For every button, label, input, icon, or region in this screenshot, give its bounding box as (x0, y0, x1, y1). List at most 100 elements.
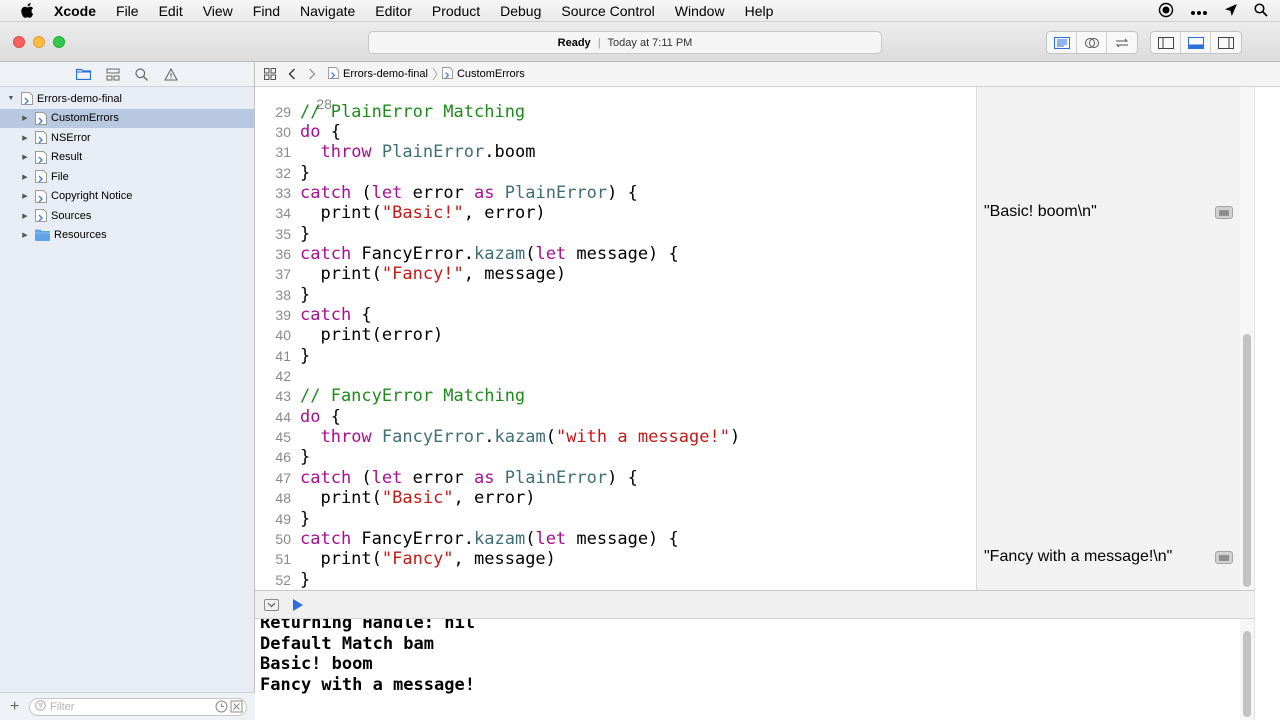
version-editor-icon[interactable] (1107, 32, 1137, 53)
tree-item-resources[interactable]: ▶ Resources (0, 226, 254, 246)
disclosure-closed-icon[interactable]: ▶ (20, 133, 30, 143)
menu-edit[interactable]: Edit (159, 3, 183, 19)
code-line[interactable]: 33 catch (let error as PlainError) { (255, 183, 976, 203)
menu-editor[interactable]: Editor (375, 3, 412, 19)
related-items-icon[interactable] (264, 68, 276, 80)
disclosure-closed-icon[interactable]: ▶ (20, 191, 30, 201)
editor-scrollbar[interactable] (1240, 87, 1254, 590)
console-output[interactable]: Returning Handle: nil Default Match bam … (255, 619, 1254, 720)
source-editor[interactable]: 28 29 // PlainError Matching 30 do {31 thro… (255, 87, 976, 590)
code-line[interactable]: 38} (255, 285, 976, 305)
code-line[interactable]: 31 throw PlainError.boom (255, 142, 976, 162)
menu-view[interactable]: View (203, 3, 233, 19)
search-icon[interactable] (134, 66, 150, 82)
code-line[interactable]: 51 print("Fancy", message) (255, 549, 976, 569)
disclosure-open-icon[interactable]: ▼ (6, 94, 16, 104)
editor-scroll-thumb[interactable] (1243, 334, 1251, 587)
zoom-window-button[interactable] (53, 36, 65, 48)
result-value-line-34[interactable]: "Basic! boom\n" (984, 203, 1097, 221)
tree-item-nserror[interactable]: ▶ NSError (0, 128, 254, 148)
minimize-window-button[interactable] (33, 36, 45, 48)
run-playground-icon[interactable] (293, 598, 303, 611)
tree-item-sources[interactable]: ▶ Sources (0, 206, 254, 226)
filter-options (215, 700, 243, 716)
breadcrumb-page[interactable]: CustomErrors (441, 66, 525, 82)
debug-bar (255, 590, 1254, 619)
disclosure-closed-icon[interactable]: ▶ (20, 172, 30, 182)
code-line[interactable]: 40 print(error) (255, 325, 976, 345)
toggle-debug-area-icon[interactable] (1181, 32, 1211, 53)
menu-help[interactable]: Help (745, 3, 774, 19)
back-arrow-icon[interactable] (288, 68, 296, 80)
code-line[interactable]: 29 // PlainError Matching (255, 102, 976, 122)
navigator-filter-input[interactable]: Filter (29, 697, 247, 716)
breadcrumb-project[interactable]: Errors-demo-final (328, 66, 428, 82)
tree-item-result[interactable]: ▶ Result (0, 148, 254, 168)
code-line[interactable]: 46} (255, 447, 976, 467)
quick-look-button[interactable] (1215, 206, 1233, 219)
console-scroll-thumb[interactable] (1243, 631, 1251, 717)
disclosure-closed-icon[interactable]: ▶ (20, 113, 30, 123)
menu-app-name[interactable]: Xcode (54, 3, 96, 19)
code-line[interactable]: 39 catch { (255, 305, 976, 325)
folder-icon[interactable] (76, 66, 92, 82)
hide-debug-area-icon[interactable] (264, 598, 279, 611)
disclosure-closed-icon[interactable]: ▶ (20, 152, 30, 162)
menu-find[interactable]: Find (253, 3, 280, 19)
console-scrollbar[interactable] (1240, 619, 1254, 720)
search-icon[interactable] (1254, 2, 1268, 20)
standard-editor-icon[interactable] (1047, 32, 1077, 53)
code-line[interactable]: 44 do { (255, 407, 976, 427)
menu-window[interactable]: Window (675, 3, 725, 19)
code-line[interactable]: 37 print("Fancy!", message) (255, 264, 976, 284)
menu-source-control[interactable]: Source Control (561, 3, 654, 19)
code-line[interactable]: 52} (255, 570, 976, 590)
add-file-button[interactable]: + (10, 698, 24, 716)
code-line[interactable]: 36 catch FancyError.kazam(let message) { (255, 244, 976, 264)
code-line[interactable]: 34 print("Basic!", error) (255, 203, 976, 223)
quick-look-button[interactable] (1215, 551, 1233, 564)
code-line[interactable]: 50 catch FancyError.kazam(let message) { (255, 529, 976, 549)
toggle-utilities-icon[interactable] (1211, 32, 1241, 53)
code-token: PlainError (381, 142, 485, 163)
line-number: 51 (275, 551, 291, 568)
hierarchy-icon[interactable] (105, 66, 121, 82)
tree-item-copyright-notice[interactable]: ▶ Copyright Notice (0, 187, 254, 207)
code-token: } (300, 284, 311, 305)
code-line[interactable]: 41} (255, 346, 976, 366)
console-line: Default Match bam (260, 634, 434, 654)
tree-item-customerrors[interactable]: ▶ CustomErrors (0, 108, 254, 128)
record-icon[interactable] (1158, 2, 1174, 21)
breadcrumb-label: Errors-demo-final (343, 68, 428, 80)
tree-item-file[interactable]: ▶ File (0, 167, 254, 187)
assistant-editor-icon[interactable] (1077, 32, 1107, 53)
code-line[interactable]: 48 print("Basic", error) (255, 488, 976, 508)
menu-product[interactable]: Product (432, 3, 480, 19)
code-line[interactable]: 30 do { (255, 122, 976, 142)
warning-icon[interactable] (163, 66, 179, 82)
more-icon[interactable] (1190, 3, 1208, 19)
menu-file[interactable]: File (116, 3, 139, 19)
close-window-button[interactable] (13, 36, 25, 48)
recent-files-icon[interactable] (215, 700, 228, 716)
code-line[interactable]: 45 throw FancyError.kazam("with a messag… (255, 427, 976, 447)
scm-filter-icon[interactable] (230, 700, 243, 716)
toggle-navigator-icon[interactable] (1151, 32, 1181, 53)
code-line[interactable]: 32} (255, 163, 976, 183)
location-icon[interactable] (1224, 3, 1238, 20)
code-line[interactable]: 49} (255, 509, 976, 529)
code-line[interactable]: 43 // FancyError Matching (255, 386, 976, 406)
forward-arrow-icon[interactable] (308, 68, 316, 80)
disclosure-closed-icon[interactable]: ▶ (20, 211, 30, 221)
disclosure-closed-icon[interactable]: ▶ (20, 230, 30, 240)
result-value-line-51[interactable]: "Fancy with a message!\n" (984, 548, 1172, 566)
menu-debug[interactable]: Debug (500, 3, 541, 19)
apple-icon[interactable] (16, 0, 38, 22)
code-line[interactable]: 35} (255, 224, 976, 244)
code-line[interactable]: 42 (255, 366, 976, 386)
tree-project-root[interactable]: ▼ Errors-demo-final (0, 89, 254, 109)
menu-navigate[interactable]: Navigate (300, 3, 355, 19)
console-line: Basic! boom (260, 654, 373, 674)
code-token: print( (300, 264, 382, 285)
code-line[interactable]: 47 catch (let error as PlainError) { (255, 468, 976, 488)
